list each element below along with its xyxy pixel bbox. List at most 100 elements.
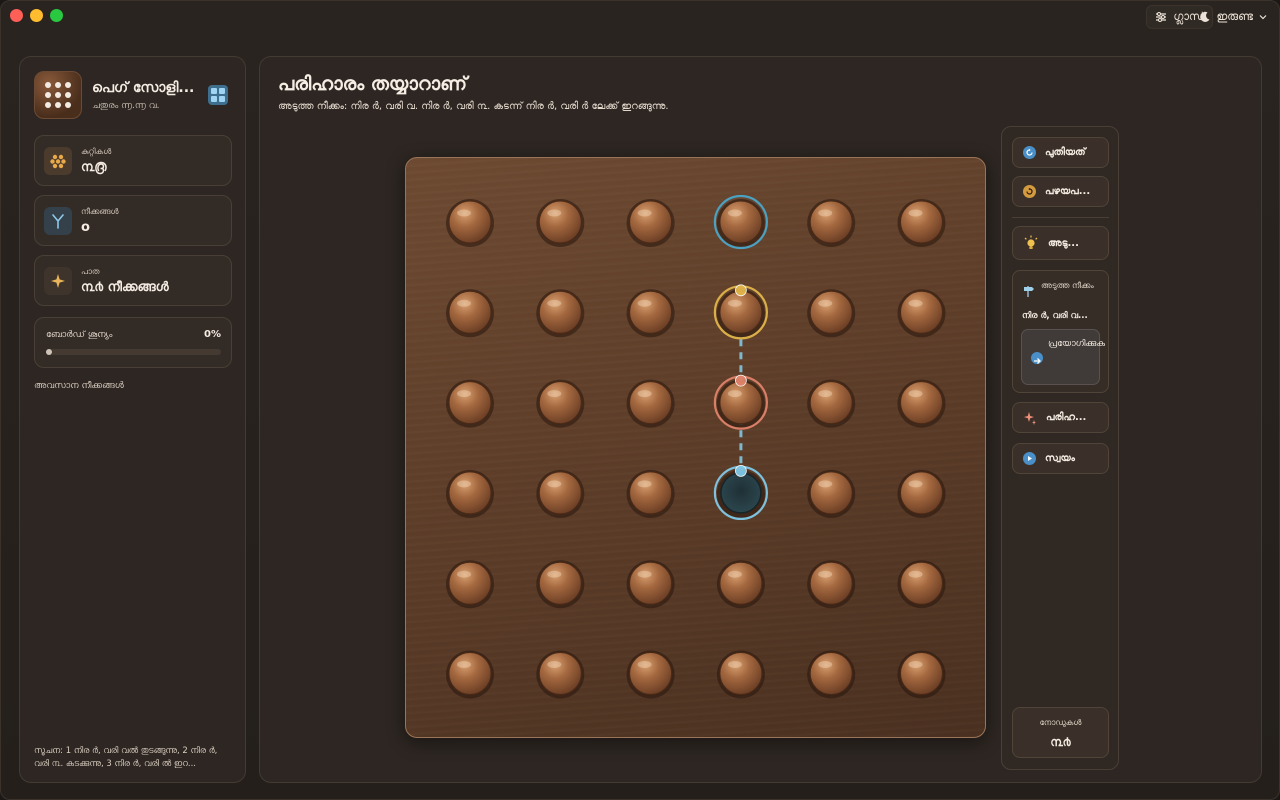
peg[interactable] [538,381,582,425]
peg-highlight [547,390,562,398]
new-game-label: പുതിയത് [1045,147,1086,158]
apply-move-label: പ്രയോഗിക്കുക [1048,339,1105,349]
controls-panel: പുതിയത് പഴയപ... അടു... അടുത്ത നീക്കം നിര… [1001,126,1119,770]
peg[interactable] [719,290,763,334]
peg-highlight [818,209,833,217]
lightbulb-icon [1024,235,1038,249]
peg-highlight [457,661,471,668]
undo-button[interactable]: പഴയപ... [1012,176,1109,207]
stat-path: പാത ൩൪ നീക്കങ്ങൾ [34,255,232,306]
peg[interactable] [448,652,492,695]
peg-highlight [547,299,562,307]
peg[interactable] [719,561,763,605]
board-grid-icon[interactable] [208,85,228,105]
peg[interactable] [809,652,853,695]
peg[interactable] [900,290,943,334]
peg-highlight [457,480,471,488]
peg[interactable] [900,200,943,244]
peg[interactable] [719,200,763,244]
peg[interactable] [629,200,673,244]
title-bar: ഗ്ലാസ് ഇരുണ്ട [1,1,1279,31]
peg-highlight [637,661,652,668]
page-title: പരിഹാരം തയ്യാറാണ് [278,73,467,95]
peg[interactable] [719,381,763,425]
peg-highlight [818,299,833,307]
hint-text: സൂചന: 1 നിര ർ, വരി വൽ തുടങ്ങുന്നു, 2 നിര… [34,746,218,769]
peg-highlight [547,661,562,668]
next-move-label: അടുത്ത നീക്കം [1041,281,1094,290]
peg-highlight [637,570,652,578]
empty-hole[interactable] [720,472,762,514]
chevron-down-icon [1259,15,1267,20]
nodes-value: ൩൪ [1050,735,1071,749]
nodes-card: നോഡുകൾ ൩൪ [1012,707,1109,758]
move-marker-dot [734,464,747,477]
peg-highlight [908,390,923,398]
minimize-window-button[interactable] [30,9,43,22]
close-window-button[interactable] [10,9,23,22]
peg[interactable] [448,290,492,334]
peg[interactable] [719,652,763,695]
solve-button[interactable]: പരിഹ... [1012,402,1109,433]
peg[interactable] [629,652,673,695]
next-move-description: അടുത്ത നീക്കം: നിര ർ, വരി വ. നിര ർ, വരി … [278,101,669,112]
peg[interactable] [900,471,943,515]
stat-moves: നീക്കങ്ങൾ o [34,195,232,246]
apply-move-button[interactable]: പ്രയോഗിക്കുക [1021,329,1105,385]
peg-highlight [818,480,833,488]
stat-moves-label: നീക്കങ്ങൾ [81,207,119,216]
peg[interactable] [538,200,582,244]
sidebar: പെഗ് സോളി... ചതുരം ൬.൬ വ. കുറ്റികൾ ൩൫ നീ… [19,56,246,783]
zoom-window-button[interactable] [50,9,63,22]
auto-play-button[interactable]: സ്വയം [1012,443,1109,474]
peg[interactable] [809,471,853,515]
play-icon [1023,452,1036,465]
peg[interactable] [448,561,492,605]
peg[interactable] [809,561,853,605]
board-canvas[interactable] [406,158,987,739]
peg[interactable] [629,290,673,334]
peg-highlight [457,570,471,578]
progress-percent: 0% [204,329,221,340]
peg-highlight [727,570,742,578]
peg-highlight [637,390,652,398]
peg[interactable] [448,381,492,425]
peg[interactable] [809,381,853,425]
peg-highlight [457,209,471,217]
peg[interactable] [900,561,943,605]
peg[interactable] [900,652,943,695]
peg[interactable] [629,381,673,425]
next-hint-button[interactable]: അടു... [1012,226,1109,260]
board-variant: ചതുരം ൬.൬ വ. [92,101,160,111]
refresh-icon [1023,146,1036,159]
peg-highlight [818,390,833,398]
peg[interactable] [900,381,943,425]
peg-highlight [908,480,923,488]
peg[interactable] [538,290,582,334]
peg[interactable] [809,200,853,244]
move-marker-dot [734,284,747,297]
signpost-icon [1024,286,1034,297]
peg[interactable] [629,561,673,605]
peg[interactable] [809,290,853,334]
peg-highlight [727,390,742,398]
new-game-button[interactable]: പുതിയത് [1012,137,1109,168]
theme-label: ഇരുണ്ട [1216,10,1254,23]
game-board[interactable] [405,157,986,738]
stat-pegs: കുറ്റികൾ ൩൫ [34,135,232,186]
peg-highlight [908,299,923,307]
peg[interactable] [448,200,492,244]
peg-highlight [727,209,742,217]
peg-highlight [727,661,742,668]
peg[interactable] [448,471,492,515]
peg[interactable] [538,652,582,695]
stat-pegs-value: ൩൫ [81,160,107,175]
peg-highlight [637,209,652,217]
next-move-card: അടുത്ത നീക്കം നിര ർ, വരി വ... പ്രയോഗിക്ക… [1012,270,1109,393]
peg[interactable] [538,561,582,605]
theme-toggle-button[interactable]: ഇരുണ്ട [1191,5,1276,29]
peg[interactable] [629,471,673,515]
moves-icon [44,207,72,235]
stat-path-label: പാത [81,267,100,276]
peg[interactable] [538,471,582,515]
